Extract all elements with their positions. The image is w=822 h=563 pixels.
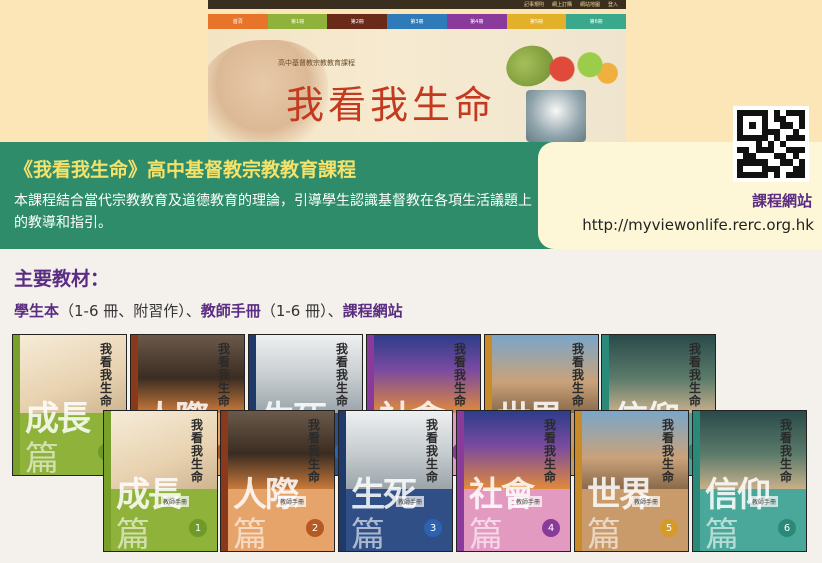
book-series-title: 我看我生命 [454,342,467,408]
book-series-title: 我看我生命 [662,418,675,484]
site-hero-image: 高中基督教宗教教育課程 我看我生命 [208,30,626,142]
top-link[interactable]: 網站地圖 [580,1,600,8]
material-note: （1-6 冊）、 [260,302,343,320]
book-series-title: 我看我生命 [572,342,585,408]
materials-heading: 主要教材： [14,268,110,290]
book-spine [339,411,346,551]
teacher-handbook-tag: 教師手冊 [513,496,542,507]
book-spine [575,411,582,551]
book-title-suffix: 篇 [705,515,739,552]
teacher-book-cover-3: 我看我生命 生死篇教師手冊 3 [338,410,453,552]
book-number-badge: 3 [424,519,442,537]
nav-book-2[interactable]: 第2冊 [327,14,388,29]
book-title-suffix: 篇 [587,515,621,552]
top-link[interactable]: 記事規則 [524,1,544,8]
book-series-title: 我看我生命 [689,342,702,408]
site-top-links: 記事規則 網上訂購 網站地圖 登入 [524,0,618,9]
nav-book-5[interactable]: 第5冊 [506,14,567,29]
book-title-suffix: 篇 [351,515,385,552]
book-number-badge: 5 [660,519,678,537]
materials-list: 學生本（1-6 冊、附習作）、教師手冊（1-6 冊）、課程網站 [14,300,403,321]
teacher-book-cover-4: 我看我生命 社會篇教師手冊 4 [456,410,571,552]
book-series-title: 我看我生命 [780,418,793,484]
dandelion-image [526,90,586,142]
nav-book-1[interactable]: 第1冊 [267,14,328,29]
book-number-badge: 4 [542,519,560,537]
nav-home[interactable]: 首頁 [208,14,268,29]
hero-title: 我看我生命 [286,83,497,127]
course-title: 《我看我生命》高中基督教宗教教育課程 [14,159,357,181]
nav-book-6[interactable]: 第6冊 [566,14,627,29]
book-title-suffix: 篇 [116,515,150,552]
teacher-book-cover-1: 我看我生命 成長篇教師手冊 1 [103,410,218,552]
teacher-book-cover-6: 我看我生命 信仰篇教師手冊 6 [692,410,807,552]
book-series-title: 我看我生命 [100,342,113,408]
material-student-book: 學生本 [14,302,60,320]
book-series-title: 我看我生命 [336,342,349,408]
site-top-bar: 記事規則 網上訂購 網站地圖 登入 [208,0,626,9]
book-series-title: 我看我生命 [426,418,439,484]
book-number-badge: 1 [189,519,207,537]
course-website-url[interactable]: http://myviewonlife.rerc.org.hk [582,216,814,234]
book-series-title: 我看我生命 [544,418,557,484]
teacher-book-cover-2: 我看我生命 人際篇教師手冊 2 [220,410,335,552]
fruit-image [548,48,618,90]
book-number-badge: 2 [306,519,324,537]
nav-book-3[interactable]: 第3冊 [387,14,447,29]
teacher-handbook-tag: 教師手冊 [160,496,189,507]
book-title-suffix: 篇 [25,439,59,476]
book-spine [693,411,700,551]
qr-code [733,106,809,182]
material-note: （1-6 冊、附習作）、 [59,302,201,320]
top-link[interactable]: 登入 [608,1,618,8]
teacher-handbook-tag: 教師手冊 [395,496,424,507]
top-link[interactable]: 網上訂購 [552,1,572,8]
course-website-label: 課程網站 [751,192,812,210]
book-series-title: 我看我生命 [218,342,231,408]
book-series-title: 我看我生命 [191,418,204,484]
book-spine [104,411,111,551]
book-series-title: 我看我生命 [308,418,321,484]
book-title-suffix: 篇 [233,515,267,552]
book-number-badge: 6 [778,519,796,537]
hero-subtitle: 高中基督教宗教教育課程 [278,59,355,67]
teacher-handbook-tag: 教師手冊 [631,496,660,507]
course-description: 本課程結合當代宗教教育及道德教育的理論，引導學生認識基督教在各項生活議題上的教導… [14,193,532,231]
website-banner: 記事規則 網上訂購 網站地圖 登入 首頁 第1冊 第2冊 第3冊 第4冊 第5冊… [0,0,822,142]
book-spine [221,411,228,551]
teacher-handbook-tag: 教師手冊 [749,496,778,507]
book-spine [13,335,20,475]
material-teacher-handbook: 教師手冊 [200,302,261,320]
teacher-handbook-tag: 教師手冊 [277,496,306,507]
book-spine [457,411,464,551]
material-website: 課程網站 [342,302,403,320]
teacher-book-cover-5: 我看我生命 世界篇教師手冊 5 [574,410,689,552]
site-nav: 首頁 第1冊 第2冊 第3冊 第4冊 第5冊 第6冊 [208,14,627,29]
book-title-suffix: 篇 [469,515,503,552]
nav-book-4[interactable]: 第4冊 [446,14,507,29]
